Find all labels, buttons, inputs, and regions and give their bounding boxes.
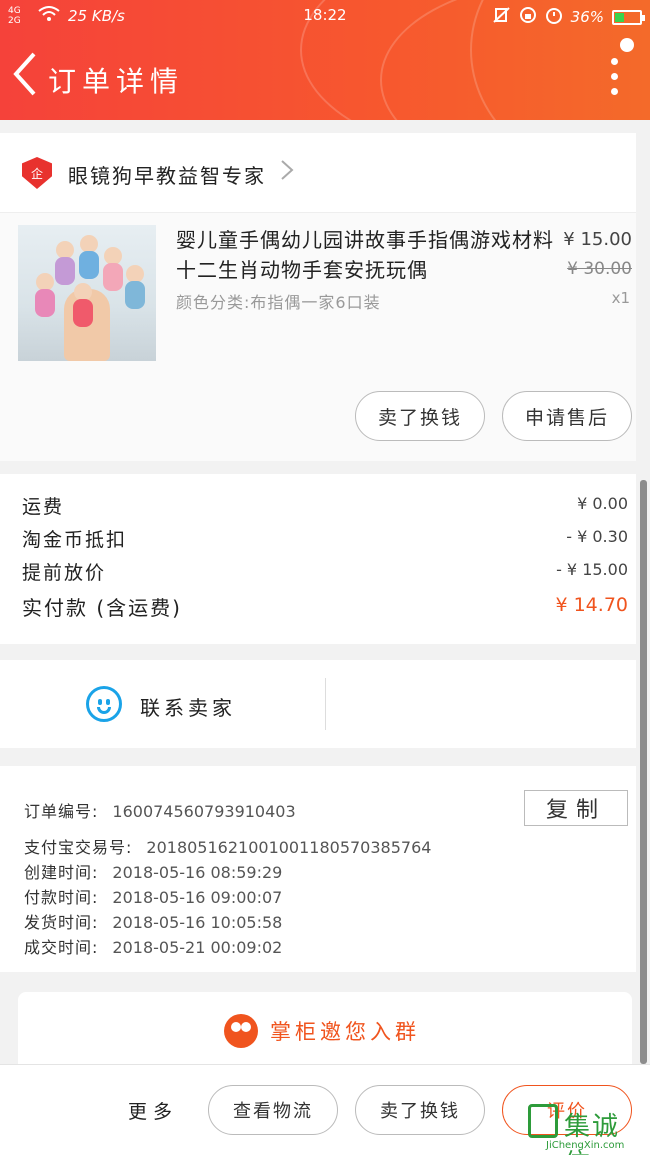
info-label: 支付宝交易号:: [24, 838, 133, 857]
fee-row-shipping: 运费 ¥ 0.00: [22, 492, 628, 522]
more-button[interactable]: 更多: [128, 1097, 178, 1124]
product-sku: 颜色分类:布指偶一家6口装: [176, 293, 381, 312]
status-bar: 4G 2G 25 KB/s 18:22 36%: [0, 0, 650, 32]
fee-value: - ¥ 0.30: [566, 527, 628, 546]
notification-dot: [620, 38, 634, 52]
divider: [325, 678, 326, 730]
paid-time: 2018-05-16 09:00:07: [112, 888, 283, 907]
fee-label: 淘金币抵扣: [22, 529, 128, 551]
more-menu-icon[interactable]: [608, 58, 620, 96]
site-watermark: 集诚信 JiChengXin.com: [524, 1104, 644, 1155]
alarm-icon: [545, 6, 563, 28]
info-label: 发货时间:: [24, 913, 99, 932]
completed-time-row: 成交时间: 2018-05-21 00:09:02: [24, 934, 282, 958]
order-info: 订单编号: 160074560793910403 复制 支付宝交易号: 201805…: [0, 766, 636, 972]
watermark-url: JiChengXin.com: [546, 1140, 625, 1151]
fee-label: 提前放价: [22, 562, 107, 584]
total-value: ¥ 14.70: [555, 594, 628, 616]
alipay-trade-row: 支付宝交易号: 2018051621001001180570385764: [24, 834, 431, 858]
total-label: 实付款 (含运费): [22, 596, 182, 620]
info-label: 付款时间:: [24, 888, 99, 907]
mute-icon: [492, 7, 511, 27]
original-price: ¥ 30.00: [567, 259, 632, 279]
group-invite-label: 掌柜邀您入群: [270, 1020, 420, 1044]
fee-row-early-price: 提前放价 - ¥ 15.00: [22, 558, 628, 588]
shipped-time-row: 发货时间: 2018-05-16 10:05:58: [24, 909, 282, 933]
paid-time-row: 付款时间: 2018-05-16 09:00:07: [24, 884, 282, 908]
rotation-lock-icon: [519, 6, 537, 28]
watermark-logo-icon: [528, 1104, 558, 1138]
info-label: 成交时间:: [24, 938, 99, 957]
view-logistics-button[interactable]: 查看物流: [208, 1085, 338, 1135]
shipped-time: 2018-05-16 10:05:58: [112, 913, 283, 932]
after-sale-button[interactable]: 申请售后: [502, 391, 632, 441]
shop-name: 眼镜狗早教益智专家: [68, 164, 266, 188]
copy-button[interactable]: 复制: [524, 790, 628, 826]
created-time: 2018-05-16 08:59:29: [112, 863, 283, 882]
sell-button-bottom[interactable]: 卖了换钱: [355, 1085, 485, 1135]
chat-smile-icon[interactable]: [86, 686, 122, 722]
scrollbar[interactable]: [640, 480, 647, 1064]
order-number: 160074560793910403: [112, 802, 296, 821]
fee-label: 运费: [22, 496, 65, 518]
created-time-row: 创建时间: 2018-05-16 08:59:29: [24, 859, 282, 883]
chevron-right-icon: [280, 159, 294, 187]
product-image[interactable]: [18, 225, 156, 361]
app-header: 4G 2G 25 KB/s 18:22 36% 订单详情: [0, 0, 650, 120]
alipay-trade-number: 2018051621001001180570385764: [146, 838, 432, 857]
info-label: 创建时间:: [24, 863, 99, 882]
fee-summary: 运费 ¥ 0.00 淘金币抵扣 - ¥ 0.30 提前放价 - ¥ 15.00 …: [0, 474, 636, 644]
shop-row[interactable]: 企 眼镜狗早教益智专家: [0, 133, 636, 213]
product-item[interactable]: 婴儿童手偶幼儿园讲故事手指偶游戏材料十二生肖动物手套安抚玩偶 颜色分类:布指偶一…: [0, 213, 636, 461]
battery-icon: [612, 9, 645, 25]
page-title: 订单详情: [48, 65, 185, 98]
product-price: ¥ 15.00: [563, 229, 632, 250]
fee-value: - ¥ 15.00: [556, 560, 628, 579]
order-number-row: 订单编号: 160074560793910403: [24, 798, 296, 822]
nav-bar: 订单详情: [0, 32, 650, 120]
group-chat-icon: [224, 1014, 258, 1048]
fee-value: ¥ 0.00: [577, 494, 628, 513]
group-invite-banner[interactable]: 掌柜邀您入群: [18, 992, 632, 1072]
completed-time: 2018-05-21 00:09:02: [112, 938, 283, 957]
back-icon[interactable]: [10, 50, 42, 102]
product-quantity: x1: [611, 289, 630, 307]
sell-button[interactable]: 卖了换钱: [355, 391, 485, 441]
fee-row-total: 实付款 (含运费) ¥ 14.70: [22, 592, 628, 622]
fee-row-coin-discount: 淘金币抵扣 - ¥ 0.30: [22, 525, 628, 555]
shop-badge-icon: 企: [22, 157, 52, 189]
info-label: 订单编号:: [24, 802, 99, 821]
battery-percent: 36%: [570, 8, 604, 26]
product-title[interactable]: 婴儿童手偶幼儿园讲故事手指偶游戏材料十二生肖动物手套安抚玩偶: [176, 225, 556, 285]
contact-seller-button[interactable]: 联系卖家: [140, 692, 236, 721]
contact-bar: 联系卖家: [0, 660, 636, 748]
